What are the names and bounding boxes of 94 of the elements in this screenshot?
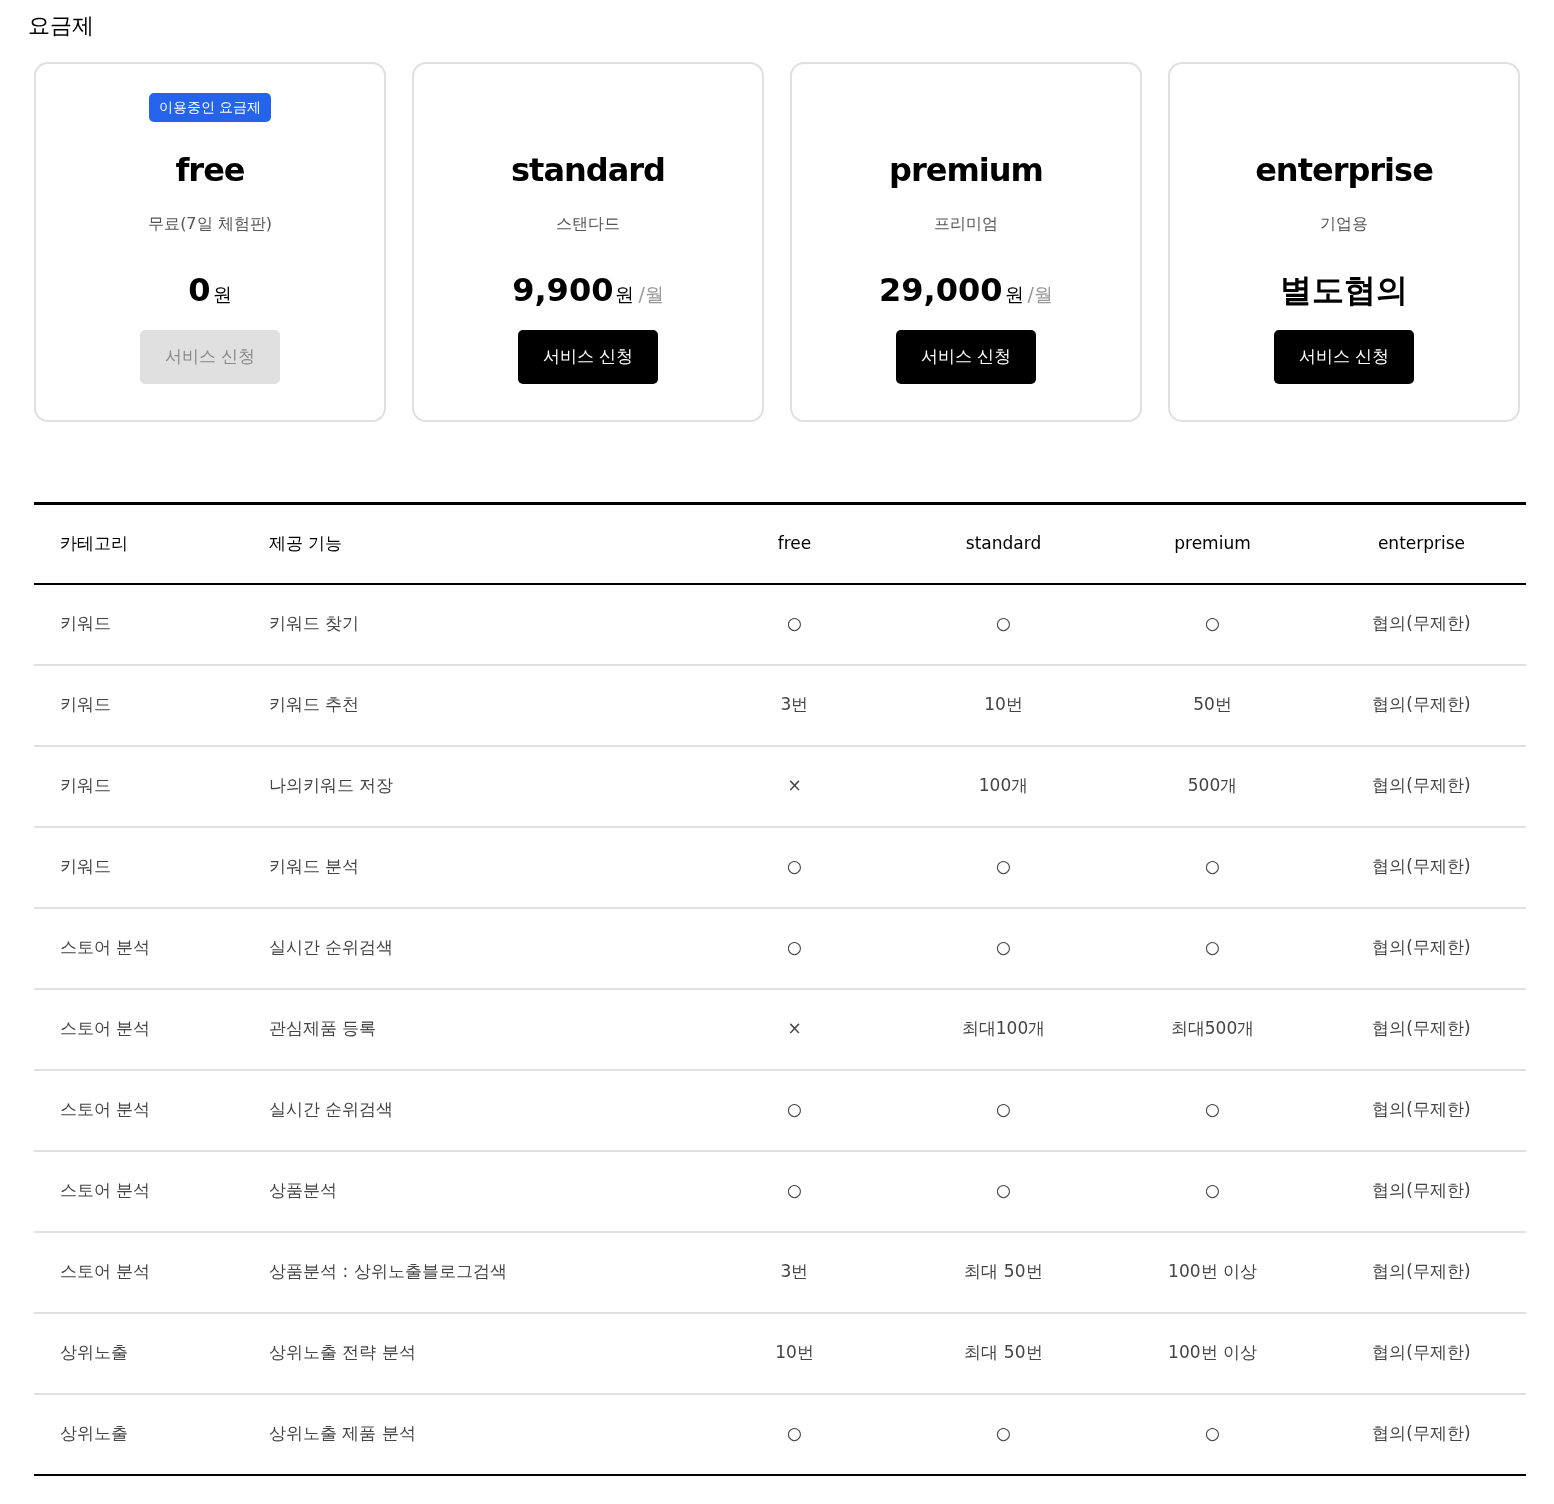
plan-subtitle: 무료(7일 체험판) [148, 213, 272, 235]
value-cell: ○ [1108, 907, 1317, 989]
column-header: premium [1108, 503, 1317, 584]
value-cell: 협의(무제한) [1317, 745, 1526, 827]
value-cell: 100번 이상 [1108, 1312, 1317, 1394]
plan-subtitle: 스탠다드 [556, 213, 620, 235]
value-cell: 협의(무제한) [1317, 1393, 1526, 1475]
value-cell: ○ [899, 907, 1108, 989]
category-cell: 상위노출 [34, 1312, 243, 1394]
value-cell: ○ [690, 1150, 899, 1232]
category-cell: 스토어 분석 [34, 1150, 243, 1232]
column-header: standard [899, 503, 1108, 584]
plan-subtitle: 기업용 [1320, 213, 1368, 235]
value-cell: 3번 [690, 664, 899, 746]
value-cell: ○ [690, 583, 899, 665]
value-cell: ○ [899, 1150, 1108, 1232]
feature-cell: 상위노출 제품 분석 [243, 1393, 690, 1475]
value-cell: 협의(무제한) [1317, 907, 1526, 989]
category-cell: 상위노출 [34, 1393, 243, 1475]
apply-button[interactable]: 서비스 신청 [896, 330, 1036, 384]
plan-name: premium [889, 150, 1043, 190]
price-unit: 원 [615, 282, 635, 307]
apply-button[interactable]: 서비스 신청 [1274, 330, 1414, 384]
feature-cell: 실시간 순위검색 [243, 907, 690, 989]
plan-price: 별도협의 [1280, 270, 1408, 311]
plan-price: 9,900 [512, 270, 614, 311]
value-cell: ○ [690, 1393, 899, 1475]
value-cell: 50번 [1108, 664, 1317, 746]
plan-name: free [175, 150, 245, 190]
category-cell: 스토어 분석 [34, 907, 243, 989]
value-cell: ○ [1108, 1150, 1317, 1232]
apply-button[interactable]: 서비스 신청 [518, 330, 658, 384]
value-cell: 협의(무제한) [1317, 1150, 1526, 1232]
category-cell: 스토어 분석 [34, 1231, 243, 1313]
value-cell: 최대 50번 [899, 1312, 1108, 1394]
value-cell: ○ [899, 1069, 1108, 1151]
column-header: free [690, 503, 899, 584]
current-plan-badge: 이용중인 요금제 [148, 92, 272, 122]
value-cell: ○ [899, 1393, 1108, 1475]
plan-name: standard [511, 150, 665, 190]
value-cell: × [690, 745, 899, 827]
feature-cell: 키워드 찾기 [243, 583, 690, 665]
value-cell: ○ [899, 583, 1108, 665]
feature-cell: 키워드 분석 [243, 826, 690, 908]
value-cell: 최대 50번 [899, 1231, 1108, 1313]
column-header: enterprise [1317, 503, 1526, 584]
feature-cell: 나의키워드 저장 [243, 745, 690, 827]
value-cell: 10번 [690, 1312, 899, 1394]
plan-price: 29,000 [879, 270, 1003, 311]
column-header: 카테고리 [34, 503, 243, 584]
value-cell: 최대100개 [899, 988, 1108, 1070]
category-cell: 키워드 [34, 826, 243, 908]
category-cell: 스토어 분석 [34, 1069, 243, 1151]
value-cell: 협의(무제한) [1317, 664, 1526, 746]
value-cell: 협의(무제한) [1317, 1069, 1526, 1151]
value-cell: ○ [1108, 1069, 1317, 1151]
value-cell: ○ [1108, 583, 1317, 665]
feature-cell: 상품분석 : 상위노출블로그검색 [243, 1231, 690, 1313]
category-cell: 키워드 [34, 745, 243, 827]
plan-price: 0 [188, 270, 211, 311]
value-cell: 10번 [899, 664, 1108, 746]
value-cell: 500개 [1108, 745, 1317, 827]
feature-cell: 키워드 추천 [243, 664, 690, 746]
value-cell: ○ [1108, 1393, 1317, 1475]
page-title: 요금제 [28, 12, 95, 40]
feature-cell: 실시간 순위검색 [243, 1069, 690, 1151]
value-cell: ○ [690, 1069, 899, 1151]
category-cell: 키워드 [34, 664, 243, 746]
price-period: /월 [1027, 282, 1053, 307]
value-cell: ○ [690, 907, 899, 989]
price-unit: 원 [1004, 282, 1024, 307]
value-cell: 100개 [899, 745, 1108, 827]
value-cell: 최대500개 [1108, 988, 1317, 1070]
value-cell: × [690, 988, 899, 1070]
feature-cell: 상품분석 [243, 1150, 690, 1232]
price-period: /월 [638, 282, 664, 307]
value-cell: 협의(무제한) [1317, 1231, 1526, 1313]
value-cell: ○ [899, 826, 1108, 908]
value-cell: ○ [690, 826, 899, 908]
plan-subtitle: 프리미엄 [934, 213, 998, 235]
feature-cell: 관심제품 등록 [243, 988, 690, 1070]
value-cell: 100번 이상 [1108, 1231, 1317, 1313]
value-cell: 3번 [690, 1231, 899, 1313]
value-cell: ○ [1108, 826, 1317, 908]
category-cell: 스토어 분석 [34, 988, 243, 1070]
value-cell: 협의(무제한) [1317, 988, 1526, 1070]
value-cell: 협의(무제한) [1317, 583, 1526, 665]
value-cell: 협의(무제한) [1317, 1312, 1526, 1394]
feature-cell: 상위노출 전략 분석 [243, 1312, 690, 1394]
value-cell: 협의(무제한) [1317, 826, 1526, 908]
price-unit: 원 [212, 282, 232, 307]
column-header: 제공 기능 [243, 503, 690, 584]
category-cell: 키워드 [34, 583, 243, 665]
plan-name: enterprise [1255, 150, 1433, 190]
